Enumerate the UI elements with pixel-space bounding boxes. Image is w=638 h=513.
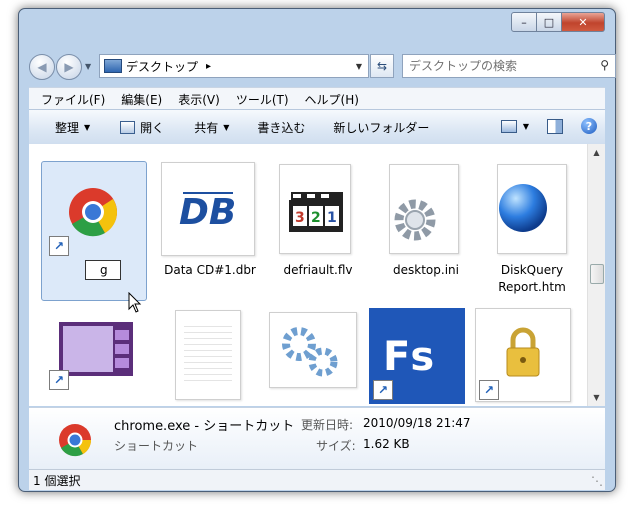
forward-arrow-icon: ▶: [64, 60, 74, 74]
back-arrow-icon: ◀: [37, 60, 47, 74]
menu-tools[interactable]: ツール(T): [236, 91, 289, 108]
address-location[interactable]: デスクトップ: [126, 58, 198, 75]
desktop-folder-icon: [104, 59, 122, 73]
file-item-flv[interactable]: 3 2 1 defriault.flv: [267, 162, 369, 282]
new-folder-label: 新しいフォルダー: [333, 120, 430, 135]
details-size-value: 1.62 KB: [363, 437, 410, 451]
open-label: 開く: [140, 120, 165, 135]
web-page-icon: [499, 184, 547, 232]
menu-bar: ファイル(F) 編集(E) 表示(V) ツール(T) ヘルプ(H): [29, 87, 605, 110]
file-label: Data CD#1.dbr: [164, 263, 256, 277]
scroll-down-icon[interactable]: ▼: [588, 389, 605, 406]
organize-button[interactable]: 整理 ▼: [55, 119, 90, 136]
svg-text:DB: DB: [179, 192, 236, 233]
shortcut-arrow-icon: ↗: [479, 380, 499, 400]
explorer-window: – □ ✕ ◀ ▶ ▼ デスクトップ ▸ ▼ ⇆ ⚲ ファイル(F) 編集(E)…: [18, 8, 616, 492]
file-item-fs[interactable]: Fs ↗: [369, 308, 471, 406]
open-button[interactable]: 開く: [120, 119, 164, 136]
search-icon[interactable]: ⚲: [600, 58, 609, 72]
caption-buttons: – □ ✕: [511, 12, 605, 32]
share-label: 共有: [194, 120, 219, 135]
recent-pages-dropdown[interactable]: ▼: [85, 62, 91, 71]
view-chevron-down-icon[interactable]: ▼: [523, 122, 529, 131]
menu-help[interactable]: ヘルプ(H): [305, 91, 359, 108]
status-bar: 1 個選択 ⋱: [29, 469, 605, 490]
file-item-desktop-ini[interactable]: desktop.ini: [375, 162, 477, 282]
new-folder-button[interactable]: 新しいフォルダー: [333, 119, 429, 136]
open-app-icon: [120, 120, 136, 134]
chrome-icon: [59, 424, 92, 457]
navigation-bar: ◀ ▶ ▼ デスクトップ ▸ ▼ ⇆ ⚲: [29, 54, 616, 80]
rename-field[interactable]: g: [85, 260, 121, 280]
burn-button[interactable]: 書き込む: [257, 119, 305, 136]
forward-button[interactable]: ▶: [56, 54, 82, 80]
details-size-label: サイズ:: [316, 439, 356, 453]
chevron-down-icon: ▼: [223, 122, 230, 132]
text-file-icon: [175, 310, 241, 400]
details-modified-label: 更新日時:: [301, 418, 354, 432]
preview-pane-icon[interactable]: [547, 118, 563, 134]
settings-window-icon: [282, 327, 338, 377]
vertical-scrollbar[interactable]: ▲ ▼: [587, 144, 605, 406]
file-item-data-cd[interactable]: DB Data CD#1.dbr: [159, 162, 261, 282]
file-item-lock[interactable]: ↗: [475, 308, 577, 406]
close-button[interactable]: ✕: [562, 12, 605, 32]
address-bar[interactable]: デスクトップ ▸ ▼: [99, 54, 369, 78]
shortcut-arrow-icon: ↗: [49, 370, 69, 390]
maximize-button[interactable]: □: [537, 12, 562, 32]
details-modified-value: 2010/09/18 21:47: [363, 416, 471, 430]
svg-text:Fs: Fs: [383, 334, 434, 380]
menu-view[interactable]: 表示(V): [178, 91, 220, 108]
file-item-settings[interactable]: [265, 304, 367, 404]
menu-file[interactable]: ファイル(F): [41, 91, 105, 108]
file-item-video-app[interactable]: ↗: [45, 304, 147, 404]
details-pane: chrome.exe - ショートカット ショートカット 更新日時: 2010/…: [29, 407, 605, 470]
file-label: desktop.ini: [393, 263, 459, 277]
file-item-text[interactable]: [159, 304, 261, 404]
organize-label: 整理: [55, 120, 80, 135]
address-dropdown-icon[interactable]: ▼: [356, 62, 362, 71]
address-separator-icon[interactable]: ▸: [206, 61, 211, 72]
shortcut-arrow-icon: ↗: [49, 236, 69, 256]
burn-label: 書き込む: [257, 120, 306, 135]
back-button[interactable]: ◀: [29, 54, 55, 80]
file-list: ↗ g DB Data CD#1.dbr 3 2 1 defriault.flv…: [29, 144, 605, 406]
mouse-pointer-icon: [128, 292, 142, 313]
details-type: ショートカット: [114, 439, 199, 453]
menu-edit[interactable]: 編集(E): [121, 91, 162, 108]
details-name: chrome.exe - ショートカット: [114, 419, 295, 434]
chevron-down-icon: ▼: [84, 122, 91, 132]
scroll-up-icon[interactable]: ▲: [588, 144, 605, 161]
refresh-icon: ⇆: [376, 59, 388, 73]
db-logo-icon: DB: [179, 192, 236, 233]
share-button[interactable]: 共有 ▼: [194, 119, 229, 136]
view-options-icon[interactable]: [500, 119, 517, 133]
video-clapper-icon: 3 2 1: [289, 192, 343, 232]
search-box[interactable]: ⚲: [402, 54, 616, 78]
view-controls: ▼ ?: [500, 118, 597, 134]
file-label: defriault.flv: [283, 263, 353, 277]
status-text: 1 個選択: [33, 473, 81, 488]
file-label: DiskQuery Report.htm: [498, 263, 566, 294]
minimize-button[interactable]: –: [511, 12, 537, 32]
gear-file-icon: [394, 199, 436, 241]
search-input[interactable]: [403, 58, 591, 74]
svg-text:1: 1: [327, 210, 337, 226]
shortcut-arrow-icon: ↗: [373, 380, 393, 400]
file-item-diskquery[interactable]: DiskQuery Report.htm: [481, 162, 583, 302]
resize-grip-icon[interactable]: ⋱: [591, 474, 603, 488]
svg-text:2: 2: [311, 210, 321, 226]
command-bar: 整理 ▼ 開く 共有 ▼ 書き込む 新しいフォルダー ▼ ?: [29, 109, 605, 145]
svg-text:3: 3: [295, 210, 305, 226]
refresh-button[interactable]: ⇆: [370, 54, 394, 78]
scroll-thumb[interactable]: [590, 264, 604, 284]
help-icon[interactable]: ?: [581, 118, 597, 134]
